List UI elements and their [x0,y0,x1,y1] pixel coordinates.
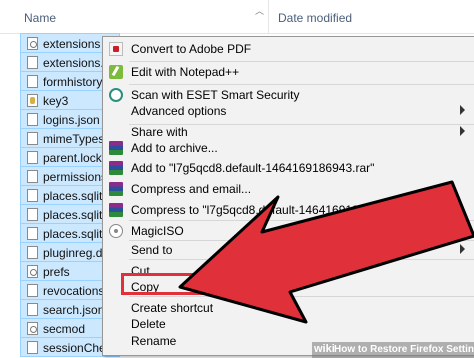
wikihow-watermark: wiki How to Restore Firefox Settings [312,342,474,358]
watermark-logo: wiki [314,343,335,355]
menu-item-convert-to-pdf[interactable]: Convert to Adobe PDF [103,39,474,59]
winrar-icon [109,161,123,175]
menu-item-label: Share with [131,125,188,139]
menu-item-label: MagicISO [131,224,184,238]
winrar-icon [109,203,123,217]
file-icon [27,189,38,202]
menu-item-label: Convert to Adobe PDF [131,42,252,56]
column-header-name[interactable]: Name [24,11,56,25]
file-name: key3 [43,94,69,108]
file-icon [27,75,38,88]
menu-item-label: Delete [131,317,166,331]
magiciso-icon [109,224,123,238]
gear-file-icon [27,265,38,278]
file-icon [27,56,38,69]
menu-item-edit-notepad[interactable]: Edit with Notepad++ [103,62,474,82]
submenu-arrow-icon [460,225,465,235]
winrar-icon [109,182,123,196]
submenu-arrow-icon [460,105,465,115]
menu-item-label: Add to archive... [131,141,218,155]
menu-item-send-to[interactable]: Send to [103,240,474,260]
chevron-up-icon: ︿ [255,6,265,16]
context-menu: Convert to Adobe PDF Edit with Notepad++… [102,36,474,356]
file-icon [27,113,38,126]
file-name: secmod [43,322,86,336]
menu-item-label: Compress and email... [131,182,252,196]
file-icon [27,170,38,183]
file-icon [27,132,38,145]
adobe-pdf-icon [109,42,123,56]
key-icon [27,94,38,107]
file-icon [27,227,38,240]
menu-item-label: Send to [131,243,173,257]
menu-separator [129,296,474,297]
file-name: parent.lock [43,151,102,165]
file-icon [27,246,38,259]
file-name: prefs [43,265,70,279]
notepad-plus-icon [109,65,123,79]
eset-icon [109,88,123,102]
menu-item-label: Rename [131,334,177,348]
column-header-date-modified[interactable]: Date modified [278,11,352,25]
file-icon [27,341,38,354]
folder-icon [27,37,38,50]
menu-item-add-to-archive[interactable]: Add to archive... [103,138,474,158]
file-icon [27,284,38,297]
menu-item-label: Edit with Notepad++ [131,65,240,79]
gear-file-icon [27,322,38,335]
menu-item-magiciso[interactable]: MagicISO [103,221,474,241]
menu-item-label: Scan with ESET Smart Security [131,88,300,102]
copy-highlight-box [121,273,217,295]
file-name: revocations [43,284,105,298]
file-icon [27,303,38,316]
submenu-arrow-icon [460,244,465,254]
menu-item-label: Create shortcut [131,301,214,315]
menu-item-compress-to-rar-email[interactable]: Compress to "l7g5qcd8.default-1464169186… [103,200,474,220]
menu-item-label: Advanced options [131,104,227,118]
file-icon [27,151,38,164]
menu-separator [129,259,474,260]
menu-item-label: Compress to "l7g5qcd8.default-1464169186… [131,203,464,217]
menu-item-label: Add to "l7g5qcd8.default-1464169186943.r… [131,161,375,175]
submenu-arrow-icon [460,126,465,136]
file-name: places.sqlite [43,189,110,203]
winrar-icon [109,141,123,155]
file-name: logins.json [43,113,100,127]
explorer-column-header: ︿ Name Date modified [0,0,474,34]
file-icon [27,208,38,221]
menu-item-compress-email[interactable]: Compress and email... [103,179,474,199]
menu-item-advanced-options[interactable]: Advanced options [103,101,474,121]
menu-item-add-to-rar[interactable]: Add to "l7g5qcd8.default-1464169186943.r… [103,158,474,178]
column-divider[interactable] [268,0,269,34]
watermark-title: How to Restore Firefox Settings [334,344,474,355]
file-name: extensions [43,37,101,51]
